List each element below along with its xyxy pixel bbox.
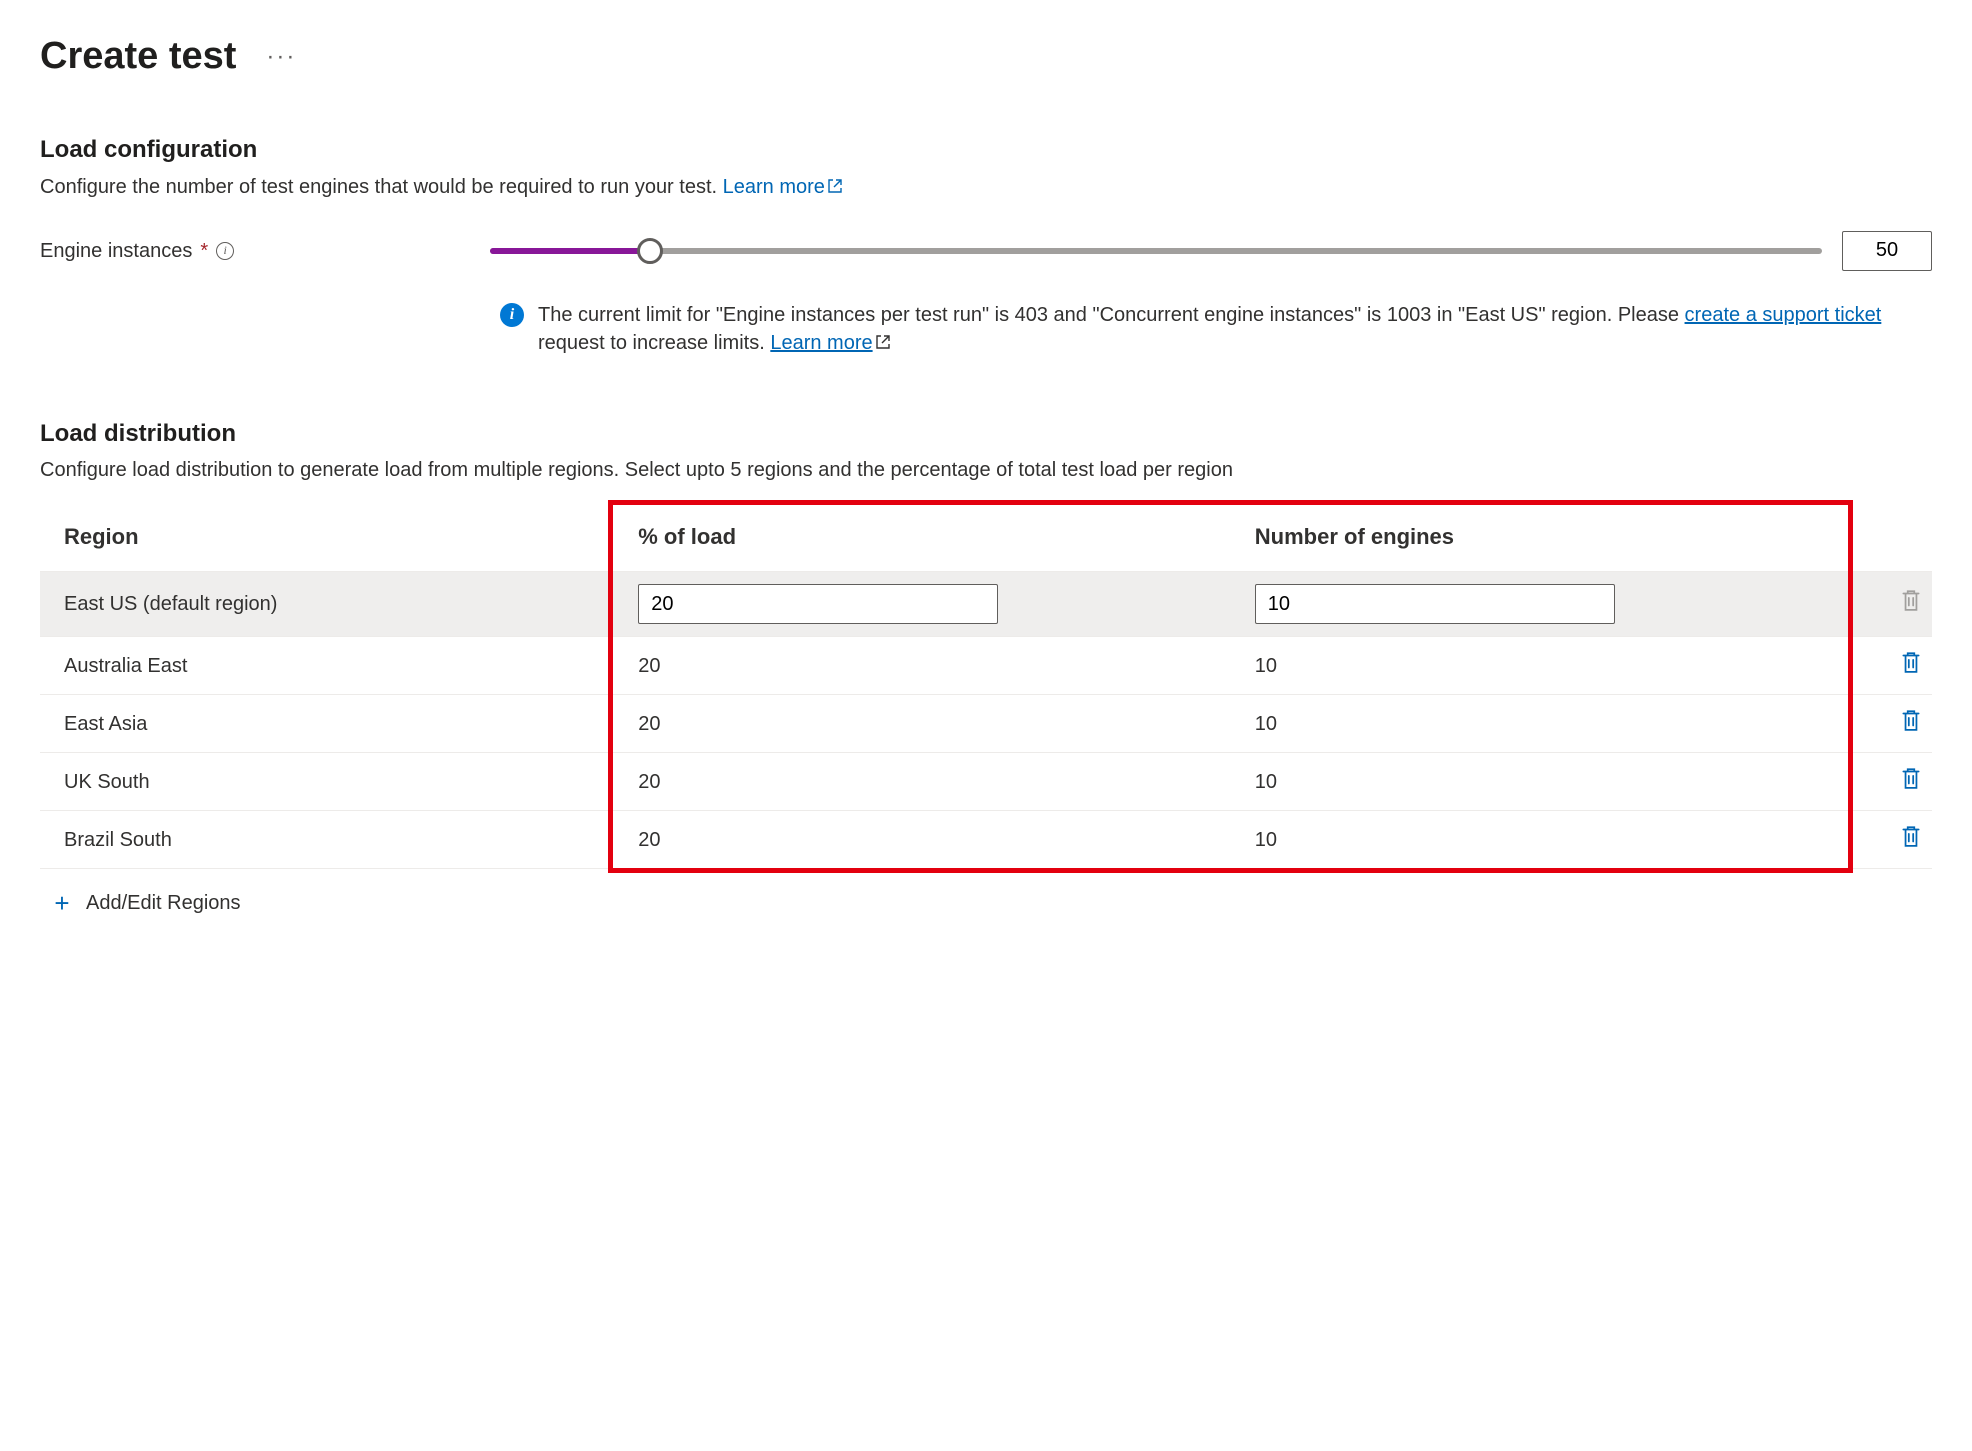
delete-region-button [1900, 588, 1922, 620]
engine-instances-slider[interactable] [490, 236, 1822, 266]
engine-limit-message: The current limit for "Engine instances … [538, 301, 1932, 357]
engine-instances-label: Engine instances [40, 237, 192, 265]
percent-load-cell: 20 [614, 811, 1231, 869]
percent-load-cell: 20 [614, 637, 1231, 695]
num-engines-cell: 10 [1231, 753, 1848, 811]
region-cell: East US (default region) [40, 572, 614, 637]
info-icon[interactable]: i [216, 242, 234, 260]
engine-instances-input[interactable] [1842, 231, 1932, 271]
required-asterisk: * [200, 237, 208, 265]
external-link-icon [875, 330, 891, 346]
trash-icon [1900, 824, 1922, 856]
load-config-heading: Load configuration [40, 133, 1932, 167]
header-num-engines: Number of engines [1231, 504, 1848, 571]
external-link-icon [827, 174, 843, 190]
trash-icon [1900, 708, 1922, 740]
percent-load-cell: 20 [614, 695, 1231, 753]
table-row: UK South2010 [40, 753, 1932, 811]
add-edit-regions-button[interactable]: + Add/Edit Regions [50, 885, 241, 921]
learn-more-limits-link[interactable]: Learn more [770, 332, 890, 354]
page-title: Create test [40, 30, 236, 83]
num-engines-cell: 10 [1231, 811, 1848, 869]
region-cell: Brazil South [40, 811, 614, 869]
delete-region-button[interactable] [1900, 650, 1922, 682]
percent-load-input[interactable] [638, 584, 998, 624]
create-support-ticket-link[interactable]: create a support ticket [1685, 304, 1882, 326]
load-distribution-heading: Load distribution [40, 417, 1932, 451]
learn-more-link[interactable]: Learn more [723, 176, 843, 198]
table-row: East Asia2010 [40, 695, 1932, 753]
info-filled-icon: i [500, 303, 524, 327]
table-row: East US (default region) [40, 572, 1932, 637]
delete-region-button[interactable] [1900, 708, 1922, 740]
trash-icon [1900, 766, 1922, 798]
table-row: Brazil South2010 [40, 811, 1932, 869]
more-actions-button[interactable]: ··· [266, 40, 296, 74]
plus-icon: + [50, 885, 74, 921]
region-cell: UK South [40, 753, 614, 811]
region-cell: Australia East [40, 637, 614, 695]
table-row: Australia East2010 [40, 637, 1932, 695]
load-config-description: Configure the number of test engines tha… [40, 173, 1932, 201]
header-region: Region [40, 504, 614, 571]
trash-icon [1900, 650, 1922, 682]
trash-icon [1900, 588, 1922, 620]
delete-region-button[interactable] [1900, 766, 1922, 798]
header-percent-load: % of load [614, 504, 1231, 571]
delete-region-button[interactable] [1900, 824, 1922, 856]
num-engines-cell: 10 [1231, 695, 1848, 753]
add-edit-regions-label: Add/Edit Regions [86, 889, 241, 917]
region-cell: East Asia [40, 695, 614, 753]
load-distribution-description: Configure load distribution to generate … [40, 456, 1932, 484]
num-engines-cell: 10 [1231, 637, 1848, 695]
percent-load-cell: 20 [614, 753, 1231, 811]
num-engines-input[interactable] [1255, 584, 1615, 624]
